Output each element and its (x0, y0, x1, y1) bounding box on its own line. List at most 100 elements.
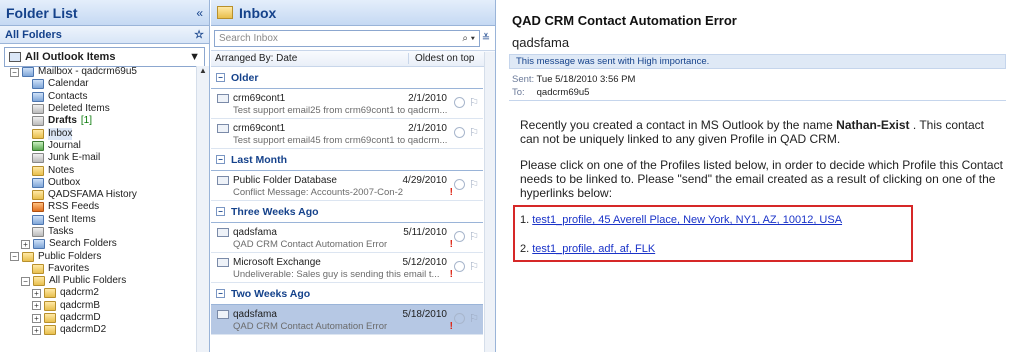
flag-icon[interactable]: ⚐ (469, 260, 479, 273)
group-header[interactable]: − Three Weeks Ago (211, 201, 483, 223)
body-p1-text-a: Recently you created a contact in MS Out… (520, 118, 837, 132)
collapse-group-icon[interactable]: − (216, 289, 225, 298)
folder-outbox[interactable]: Outbox (0, 177, 195, 189)
collapse-node-icon[interactable]: − (10, 252, 19, 262)
folder-icon (44, 325, 56, 336)
folder-qadcrmd[interactable]: + qadcrmD (0, 312, 195, 324)
rss-icon (32, 202, 44, 213)
arrange-bar: Arranged By: Date Oldest on top (211, 50, 495, 67)
profile-link-line-1: 1. test1_profile, 45 Averell Place, New … (520, 214, 842, 226)
flag-icon[interactable]: ⚐ (469, 230, 479, 243)
journal-icon (32, 140, 44, 151)
expand-node-icon[interactable]: + (32, 288, 41, 298)
folder-deleted-items[interactable]: Deleted Items (0, 103, 195, 115)
search-row: Search Inbox ⌕ ▾ ≚ (214, 28, 492, 48)
search-input[interactable]: Search Inbox ⌕ ▾ (214, 29, 480, 47)
category-icon[interactable] (454, 261, 465, 272)
body-paragraph-1: Recently you created a contact in MS Out… (520, 118, 1006, 146)
folder-junk-e-mail[interactable]: Junk E-mail (0, 152, 195, 164)
expand-node-icon[interactable]: + (32, 325, 41, 335)
message-row[interactable]: Microsoft Exchange 5/12/2010 Undeliverable… (211, 253, 483, 283)
message-preview: Undeliverable: Sales guy is sending this… (233, 269, 440, 280)
folder-qadcrmd2[interactable]: + qadcrmD2 (0, 324, 195, 336)
high-importance-icon: ! (449, 321, 453, 332)
folder-contacts[interactable]: Contacts (0, 91, 195, 103)
search-icon[interactable]: ⌕ ▾ (462, 33, 475, 44)
outbox-icon (32, 177, 44, 188)
category-icon[interactable] (454, 313, 465, 324)
flag-icon[interactable]: ⚐ (469, 96, 479, 109)
importance-infobar[interactable]: This message was sent with High importan… (509, 54, 1006, 69)
folder-search-folders[interactable]: + Search Folders (0, 238, 195, 250)
drafts-icon (32, 116, 44, 127)
folder-qadcrm2[interactable]: + qadcrm2 (0, 287, 195, 299)
group-header[interactable]: − Older (211, 67, 483, 89)
folder-inbox[interactable]: Inbox (0, 127, 195, 140)
message-from[interactable]: qadsfama (512, 35, 569, 50)
expand-node-icon[interactable]: + (32, 301, 41, 311)
group-header[interactable]: − Two Weeks Ago (211, 283, 483, 305)
link-1-number: 1. (520, 214, 530, 226)
folder-notes[interactable]: Notes (0, 164, 195, 176)
expand-query-icon[interactable]: ≚ (480, 33, 492, 44)
folder-scrollbar[interactable]: ▲ (196, 66, 209, 352)
collapse-pane-icon[interactable]: « (196, 6, 203, 20)
expand-node-icon[interactable]: + (32, 313, 41, 323)
collapse-group-icon[interactable]: − (216, 155, 225, 164)
to-line: To: qadcrm69u5 (512, 87, 589, 98)
category-icon[interactable] (454, 127, 465, 138)
message-row[interactable]: crm69cont1 2/1/2010 Test support email25 f… (211, 89, 483, 119)
dropdown-arrow-icon[interactable]: ▼ (189, 51, 200, 63)
category-icon[interactable] (454, 97, 465, 108)
folder-rss-feeds[interactable]: RSS Feeds (0, 201, 195, 213)
message-sender: Microsoft Exchange (233, 257, 321, 268)
pin-icon[interactable]: ☆ (194, 28, 204, 41)
folder-all-public-folders[interactable]: − All Public Folders (0, 275, 195, 287)
collapse-group-icon[interactable]: − (216, 207, 225, 216)
message-list-pane: Inbox Search Inbox ⌕ ▾ ≚ Arranged By: Da… (211, 0, 496, 352)
group-header[interactable]: − Last Month (211, 149, 483, 171)
folder-label: Outbox (48, 176, 81, 188)
folder-label: Sent Items (48, 213, 96, 225)
collapse-node-icon[interactable]: − (10, 67, 19, 77)
collapse-node-icon[interactable]: − (21, 276, 30, 286)
folder-journal[interactable]: Journal (0, 140, 195, 152)
folder-view-dropdown[interactable]: All Outlook Items ▼ (4, 47, 205, 67)
category-icon[interactable] (454, 179, 465, 190)
profile-link-2[interactable]: test1_profile, adf, af, FLK (532, 243, 655, 255)
message-row[interactable]: qadsfama 5/18/2010 QAD CRM Contact Automat… (211, 305, 483, 335)
folder-tasks[interactable]: Tasks (0, 226, 195, 238)
search-placeholder: Search Inbox (219, 32, 278, 44)
folder-sent-items[interactable]: Sent Items (0, 214, 195, 226)
expand-node-icon[interactable]: + (21, 239, 30, 249)
folder-qadsfama-history[interactable]: QADSFAMA History (0, 189, 195, 201)
folder-qadcrmb[interactable]: + qadcrmB (0, 300, 195, 312)
folder-label: Junk E-mail (48, 152, 101, 164)
scroll-up-icon[interactable]: ▲ (197, 66, 209, 78)
flag-icon[interactable]: ⚐ (469, 178, 479, 191)
to-value[interactable]: qadcrm69u5 (537, 87, 590, 98)
flag-icon[interactable]: ⚐ (469, 126, 479, 139)
folder-calendar[interactable]: Calendar (0, 78, 195, 90)
flag-icon[interactable]: ⚐ (469, 312, 479, 325)
message-row[interactable]: crm69cont1 2/1/2010 Test support email45 f… (211, 119, 483, 149)
message-list-scrollbar[interactable] (484, 52, 495, 352)
sort-order-button[interactable]: Oldest on top (409, 53, 495, 64)
folder-icon (44, 288, 56, 299)
collapse-group-icon[interactable]: − (216, 73, 225, 82)
folder-favorites[interactable]: Favorites (0, 263, 195, 275)
envelope-icon (217, 228, 229, 237)
arranged-by-button[interactable]: Arranged By: Date (211, 53, 409, 64)
folder-label: Tasks (48, 226, 74, 237)
inbox-title: Inbox (239, 4, 277, 21)
category-icon[interactable] (454, 231, 465, 242)
folder-drafts[interactable]: Drafts [1] (0, 115, 195, 127)
group-label: Two Weeks Ago (231, 287, 311, 300)
all-folders-bar[interactable]: All Folders ☆ (0, 26, 209, 44)
message-row[interactable]: Public Folder Database 4/29/2010 Conflict … (211, 171, 483, 201)
folder-public-folders[interactable]: − Public Folders (0, 250, 195, 262)
message-row[interactable]: qadsfama 5/11/2010 QAD CRM Contact Automat… (211, 223, 483, 253)
message-date: 5/12/2010 (402, 257, 448, 268)
profile-link-1[interactable]: test1_profile, 45 Averell Place, New Yor… (532, 214, 842, 226)
folder-mailbox-qadcrm69u5[interactable]: − Mailbox - qadcrm69u5 (0, 66, 195, 78)
